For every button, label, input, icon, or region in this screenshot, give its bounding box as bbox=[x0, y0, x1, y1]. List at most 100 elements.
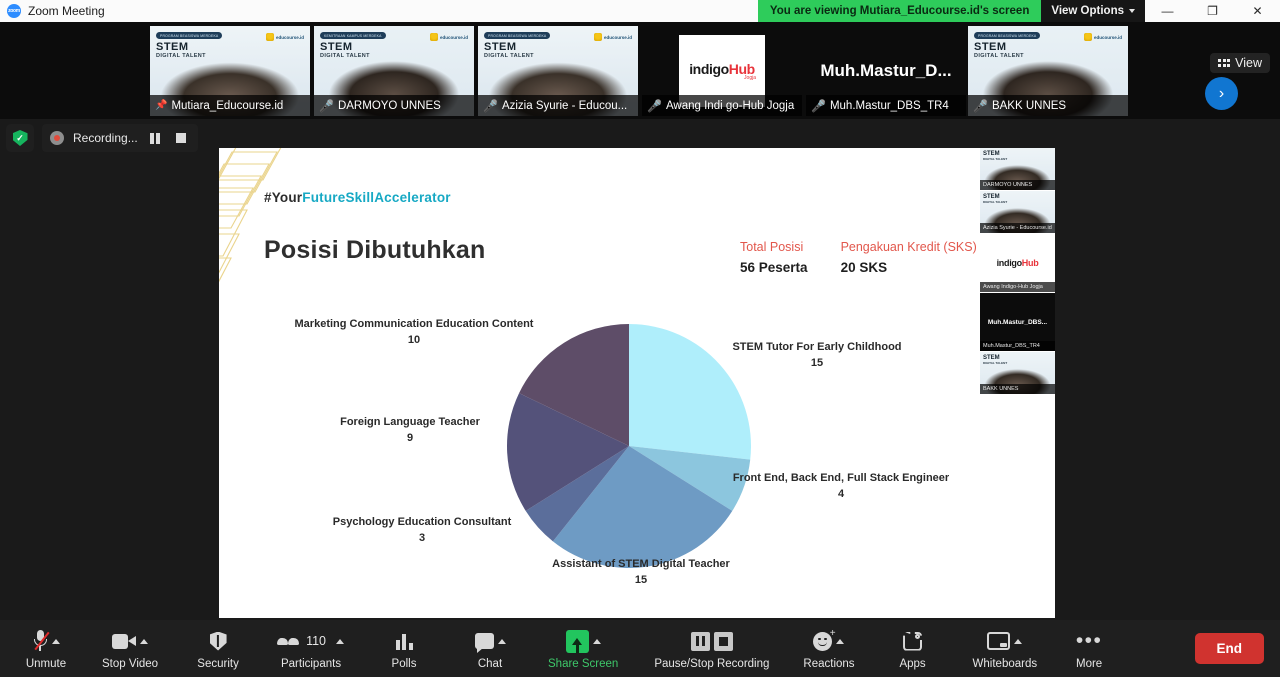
pie-label-marketing-communication: Marketing Communication Education Conten… bbox=[269, 317, 559, 349]
stop-video-icons bbox=[112, 628, 149, 655]
chevron-up-icon[interactable] bbox=[140, 638, 149, 644]
stop-button[interactable] bbox=[713, 631, 733, 651]
side-cell-awang[interactable]: indigoHub Awang Indigo-Hub Jogja bbox=[980, 234, 1055, 292]
toolbar-pause-stop-recording[interactable]: Pause/Stop Recording bbox=[648, 620, 775, 677]
thumbnail-bakk[interactable]: PROGRAM BEASISWA MERDEKA STEM DIGITAL TA… bbox=[968, 26, 1128, 116]
educourse-logo: educourse.id bbox=[1083, 33, 1122, 41]
polls-label: Polls bbox=[391, 657, 417, 670]
pause-stop-recording-label: Pause/Stop Recording bbox=[654, 657, 770, 670]
toolbar-share-screen[interactable]: Share Screen bbox=[542, 620, 624, 677]
chevron-up-icon[interactable] bbox=[1014, 638, 1023, 644]
side-cell-bakk[interactable]: STEM DIGITAL TALENT BAKK UNNES bbox=[980, 352, 1055, 394]
view-options-label: View Options bbox=[1051, 5, 1124, 17]
educourse-mark-icon bbox=[1083, 33, 1092, 41]
thumbnail-darmoyo[interactable]: KEMITRAAN KAMPUS MERDEKA STEM DIGITAL TA… bbox=[314, 26, 474, 116]
chevron-up-icon[interactable] bbox=[836, 638, 845, 644]
toolbar-unmute[interactable]: Unmute bbox=[18, 620, 74, 677]
security-icons bbox=[209, 628, 227, 655]
grid-view-icon bbox=[1218, 59, 1231, 67]
minimize-button[interactable]: — bbox=[1145, 0, 1190, 22]
side-cell-darmoyo[interactable]: STEM DIGITAL TALENT DARMOYO UNNES bbox=[980, 148, 1055, 190]
stat-value: 20 SKS bbox=[840, 260, 888, 275]
pie-label-name: Marketing Communication Education Conten… bbox=[294, 318, 534, 330]
chevron-up-icon[interactable] bbox=[51, 638, 60, 644]
polls-icons bbox=[395, 628, 413, 655]
slide-hashtag: #YourFutureSkillAccelerator bbox=[264, 190, 451, 205]
side-cell-azizia[interactable]: STEM DIGITAL TALENT Azizia Syurie - Educ… bbox=[980, 191, 1055, 233]
participant-name: BAKK UNNES bbox=[980, 384, 1055, 394]
toolbar-security[interactable]: Security bbox=[190, 620, 246, 677]
toolbar-stop-video[interactable]: Stop Video bbox=[96, 620, 164, 677]
stem-pill: KEMITRAAN KAMPUS MERDEKA bbox=[320, 32, 386, 39]
indigo-text: indigo bbox=[996, 258, 1023, 268]
stop-icon bbox=[176, 133, 187, 143]
chevron-down-icon bbox=[1129, 9, 1135, 13]
stop-recording-button[interactable] bbox=[173, 130, 190, 147]
recording-label: Recording... bbox=[73, 131, 138, 145]
chevron-up-icon[interactable] bbox=[592, 638, 601, 644]
educourse-logo-text: educourse.id bbox=[603, 34, 632, 40]
title-bar: zoom Zoom Meeting You are viewing Mutiar… bbox=[0, 0, 1280, 22]
participant-name: Awang Indigo-Hub Jogja bbox=[980, 282, 1055, 292]
pause-recording-button[interactable] bbox=[147, 130, 164, 147]
pie-label-value: 4 bbox=[837, 487, 845, 500]
thumbnail-azizia[interactable]: PROGRAM BEASISWA MERDEKA STEM DIGITAL TA… bbox=[478, 26, 638, 116]
smiley-reaction-icon: + bbox=[813, 628, 835, 651]
microphone-muted-icon bbox=[33, 630, 50, 652]
toolbar-participants[interactable]: 110 Participants bbox=[272, 620, 350, 677]
stem-subtitle: DIGITAL TALENT bbox=[484, 53, 534, 59]
title-bar-left: zoom Zoom Meeting bbox=[0, 4, 105, 18]
educourse-logo-text: educourse.id bbox=[275, 34, 304, 40]
toolbar-whiteboards[interactable]: Whiteboards bbox=[967, 620, 1044, 677]
zoom-logo-icon: zoom bbox=[7, 4, 21, 18]
stem-subtitle: DIGITAL TALENT bbox=[983, 157, 1008, 161]
pie-label-value: 15 bbox=[634, 573, 648, 586]
meeting-security-indicator[interactable]: ✓ bbox=[6, 124, 34, 152]
reactions-icons: + bbox=[813, 628, 845, 655]
stem-overlay: STEM DIGITAL TALENT bbox=[983, 151, 1007, 161]
thumbnail-awang[interactable]: indigoHub Jogja 🎤 Awang Indi go-Hub Jogj… bbox=[642, 26, 802, 116]
mic-muted-icon: 🎤 bbox=[483, 98, 498, 113]
meeting-toolbar: Unmute Stop Video Security 110 Participa… bbox=[0, 620, 1280, 677]
toolbar-chat[interactable]: Chat bbox=[462, 620, 518, 677]
maximize-button[interactable]: ❐ bbox=[1190, 0, 1235, 22]
people-icon bbox=[277, 637, 300, 645]
stem-subtitle: DIGITAL TALENT bbox=[974, 53, 1024, 59]
stem-title: STEM bbox=[974, 41, 1007, 53]
apps-icon bbox=[903, 631, 923, 651]
participant-name: DARMOYO UNNES bbox=[980, 180, 1055, 190]
chevron-up-icon[interactable] bbox=[497, 638, 506, 644]
stat-pengakuan-kredit: Pengakuan Kredit (SKS) 20 SKS bbox=[841, 240, 977, 275]
stat-key: Total Posisi bbox=[740, 240, 804, 254]
end-meeting-button[interactable]: End bbox=[1194, 633, 1264, 664]
stem-subtitle: DIGITAL TALENT bbox=[156, 53, 206, 59]
whiteboard-icon bbox=[987, 632, 1011, 650]
participants-icons: 110 bbox=[277, 628, 344, 655]
side-cell-mastur[interactable]: Muh.Mastur_DBS... Muh.Mastur_DBS_TR4 bbox=[980, 293, 1055, 351]
participant-name: Muh.Mastur_DBS_TR4 bbox=[980, 341, 1055, 351]
educourse-mark-icon bbox=[429, 33, 438, 41]
toolbar-polls[interactable]: Polls bbox=[376, 620, 432, 677]
jogja-text: Jogja bbox=[744, 75, 756, 81]
hashtag-prefix: #Your bbox=[264, 190, 303, 205]
whiteboards-label: Whiteboards bbox=[972, 657, 1038, 670]
chat-label: Chat bbox=[477, 657, 503, 670]
pie-label-value: 9 bbox=[406, 431, 414, 444]
pie-label-name: Psychology Education Consultant bbox=[332, 516, 512, 528]
view-options-button[interactable]: View Options bbox=[1041, 0, 1145, 22]
toolbar-reactions[interactable]: + Reactions bbox=[797, 620, 860, 677]
close-button[interactable]: ✕ bbox=[1235, 0, 1280, 22]
recording-controls: ✓ Recording... bbox=[6, 124, 198, 152]
thumbnail-mastur[interactable]: Muh.Mastur_D... 🎤 Muh.Mastur_DBS_TR4 bbox=[806, 26, 966, 116]
toolbar-apps[interactable]: Apps bbox=[885, 620, 941, 677]
camera-icon bbox=[112, 633, 137, 649]
thumbnail-mutiara[interactable]: PROGRAM BEASISWA MERDEKA STEM DIGITAL TA… bbox=[150, 26, 310, 116]
next-page-arrow-icon[interactable]: › bbox=[1205, 77, 1238, 110]
chevron-up-icon[interactable] bbox=[336, 638, 344, 644]
recording-status-box: Recording... bbox=[42, 124, 198, 152]
pie-label-foreign-language: Foreign Language Teacher 9 bbox=[305, 415, 515, 447]
educourse-mark-icon bbox=[265, 33, 274, 41]
toolbar-more[interactable]: ••• More bbox=[1061, 620, 1117, 677]
pause-button[interactable] bbox=[690, 631, 710, 651]
view-layout-button[interactable]: View bbox=[1210, 53, 1270, 73]
